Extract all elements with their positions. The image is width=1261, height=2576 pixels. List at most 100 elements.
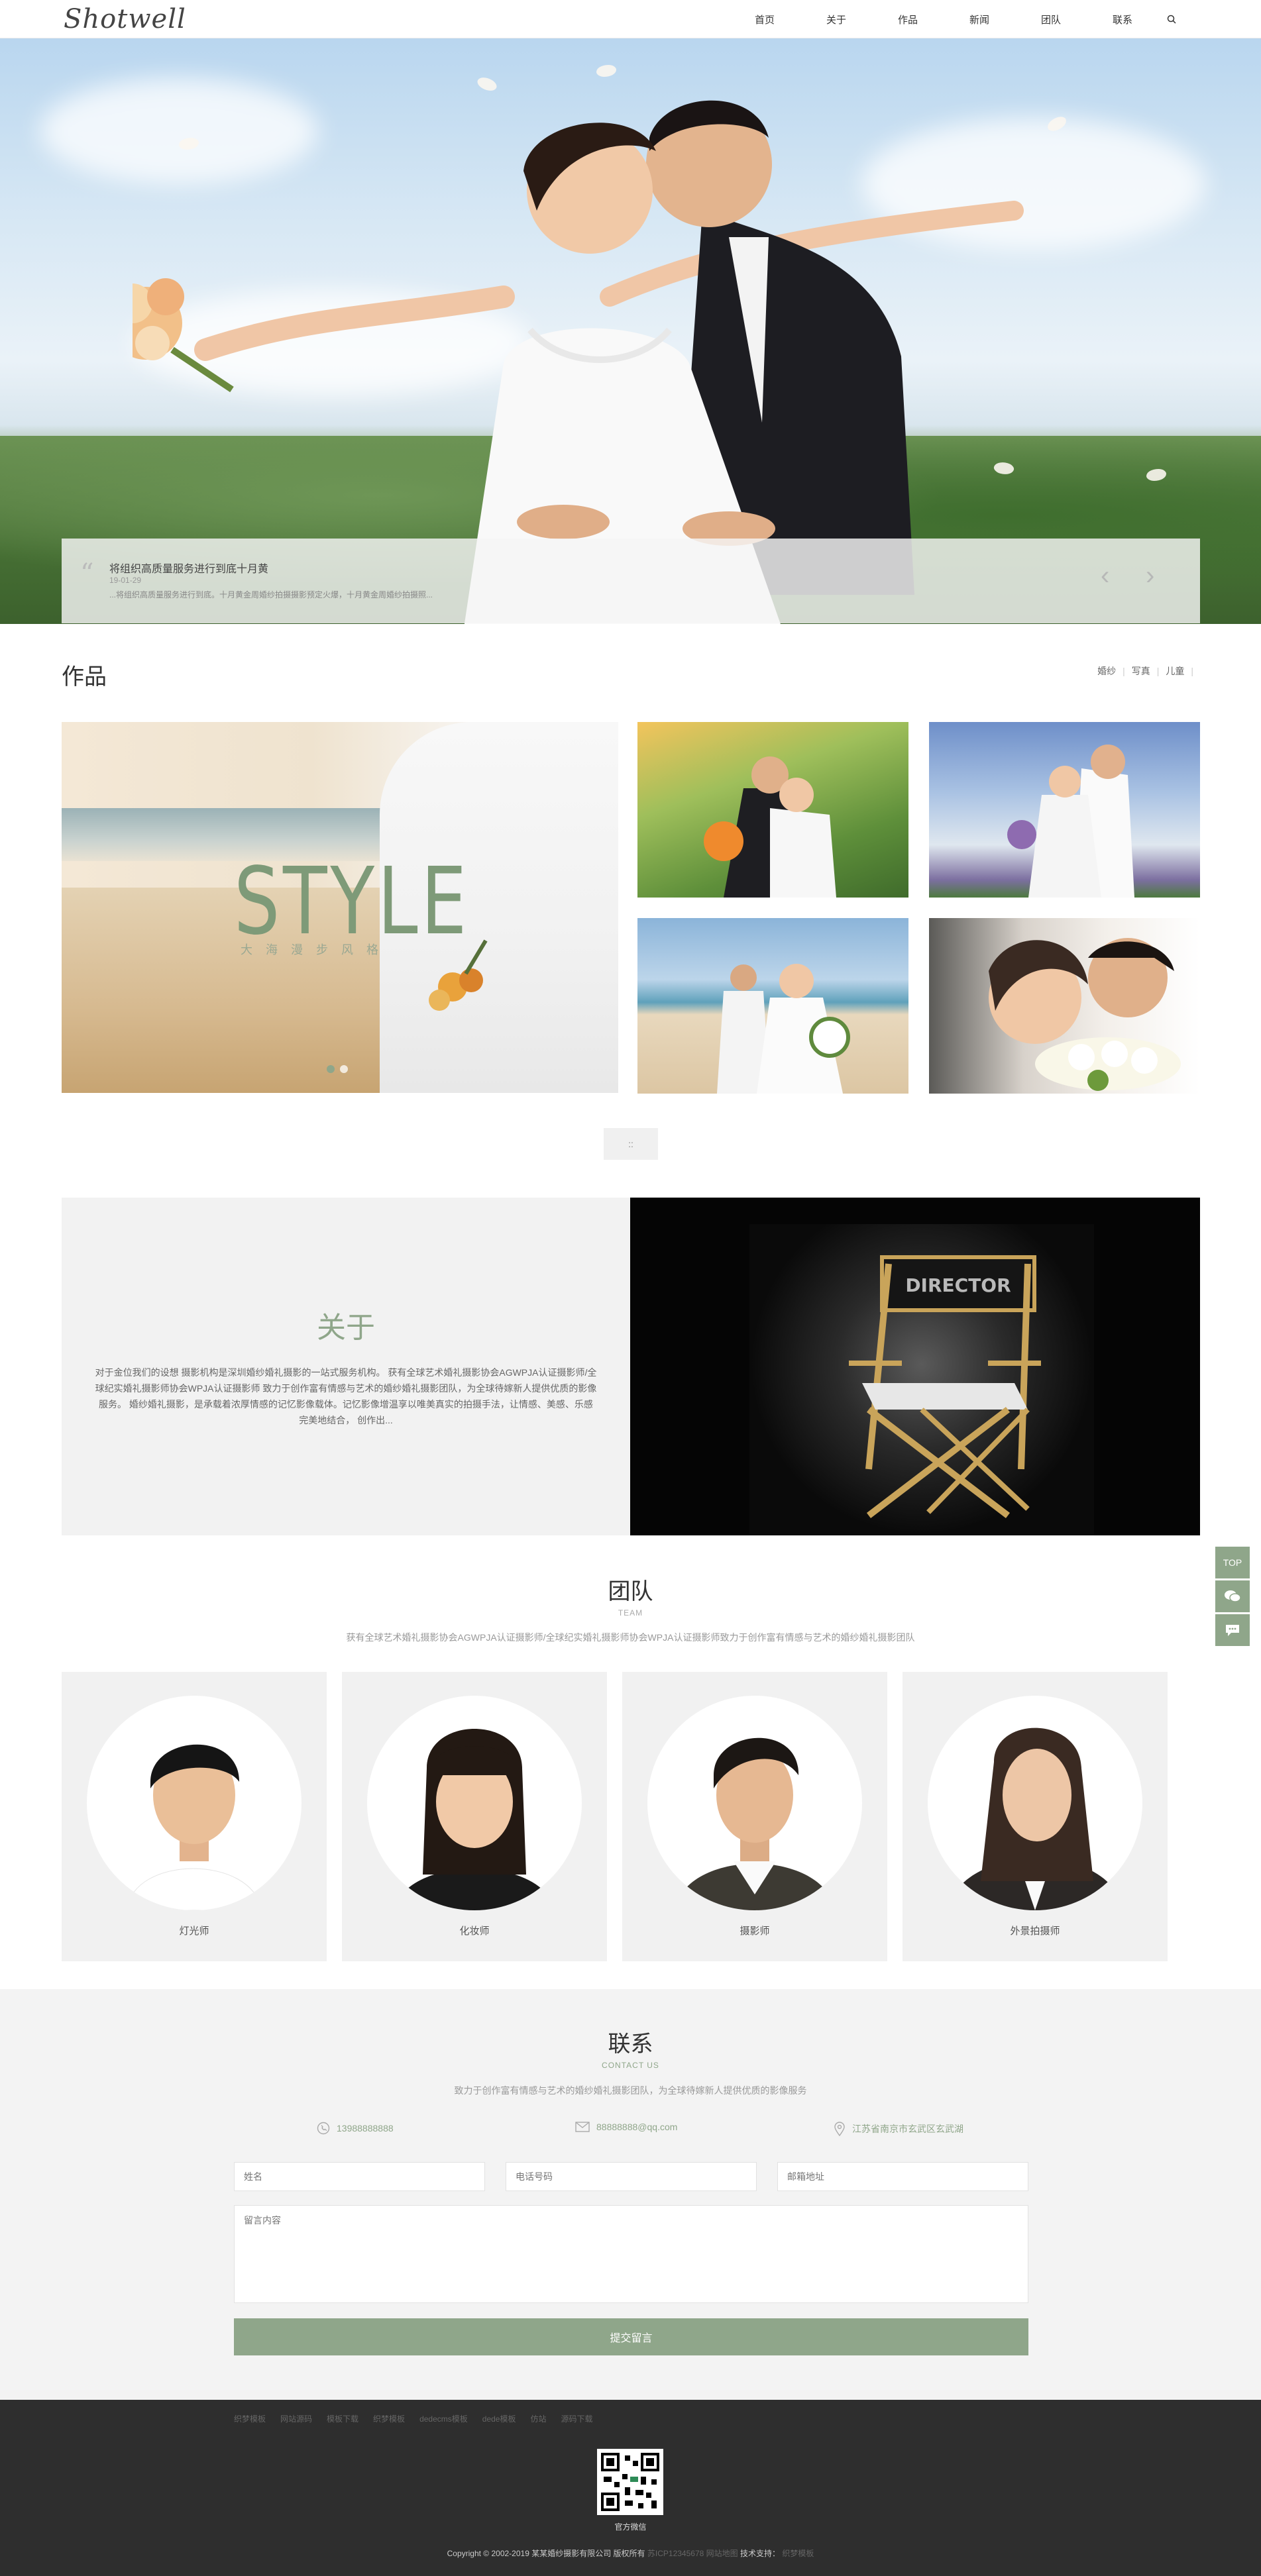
footer-link[interactable]: 织梦模板 <box>234 2413 266 2424</box>
about-title: 关于 <box>317 1312 375 1344</box>
work-thumb-4[interactable] <box>929 918 1200 1094</box>
nav-item-about[interactable]: 关于 <box>800 13 872 26</box>
wechat-qr-code <box>597 2449 663 2515</box>
footer-link[interactable]: 源码下载 <box>561 2413 592 2424</box>
nav-item-home[interactable]: 首页 <box>729 13 800 26</box>
team-member-card[interactable]: 灯光师 <box>62 1672 327 1961</box>
works-filters: 婚纱 | 写真 | 儿童 | <box>1097 664 1200 678</box>
phone-field[interactable] <box>506 2162 757 2191</box>
member-role: 灯光师 <box>179 1926 209 1937</box>
footer-link[interactable]: dede模板 <box>482 2413 516 2424</box>
contact-section: 联系 CONTACT US 致力于创作富有情感与艺术的婚纱婚礼摄影团队，为全球待… <box>0 1989 1261 2400</box>
member-role: 摄影师 <box>740 1926 770 1937</box>
banner-style-text: STYLE <box>234 848 470 956</box>
about-image: DIRECTOR <box>630 1198 1200 1535</box>
qr-code-icon <box>601 2453 659 2511</box>
filter-portrait[interactable]: 写真 <box>1132 664 1150 678</box>
icp-link[interactable]: 苏ICP12345678 <box>647 2549 704 2558</box>
footer-links: 织梦模板 网站源码 模板下载 织梦模板 dedecms模板 dede模板 仿站 … <box>234 2413 593 2424</box>
site-footer: 织梦模板 网站源码 模板下载 织梦模板 dedecms模板 dede模板 仿站 … <box>0 2400 1261 2576</box>
message-field[interactable] <box>234 2205 1028 2303</box>
hero-news-desc: ...将组织高质量服务进行到底。十月黄金周婚纱拍摄摄影预定火爆，十月黄金周婚纱拍… <box>109 590 433 599</box>
qr-label: 官方微信 <box>614 2522 647 2532</box>
works-featured-slider[interactable]: STYLE 大海漫步风格 <box>62 722 618 1093</box>
couple-figure <box>989 938 1181 1091</box>
contact-email: 88888888@qq.com <box>575 2122 677 2132</box>
slider-dot[interactable] <box>327 1065 335 1073</box>
location-icon <box>834 2122 845 2136</box>
works-title: 作品 <box>62 664 107 690</box>
footer-link[interactable]: dedecms模板 <box>419 2413 468 2424</box>
sitemap-link[interactable]: 网站地图 <box>706 2549 738 2558</box>
site-header: Shotwell 首页 关于 作品 新闻 团队 联系 <box>0 0 1261 38</box>
chevron-right-icon: › <box>1146 561 1155 590</box>
team-desc: 获有全球艺术婚礼摄影协会AGWPJA认证摄影师/全球纪实婚礼摄影师协会WPJA认… <box>346 1632 915 1643</box>
filter-wedding[interactable]: 婚纱 <box>1097 664 1116 678</box>
contact-title: 联系 <box>608 2032 653 2057</box>
member-avatar <box>87 1696 302 1910</box>
hero-caption: “ 将组织高质量服务进行到底十月黄 19-01-29 ...将组织高质量服务进行… <box>62 539 1200 623</box>
filter-divider: | <box>1191 666 1193 676</box>
footer-link[interactable]: 网站源码 <box>280 2413 312 2424</box>
copyright-text: Copyright © 2002-2019 某某婚纱摄影有限公司 版权所有 <box>447 2549 645 2558</box>
member-role: 外景拍摄师 <box>1010 1926 1060 1937</box>
filter-divider: | <box>1123 666 1125 676</box>
hero-news-date: 19-01-29 <box>109 576 142 585</box>
about-panel: 关于 对于金位我们的设想 摄影机构是深圳婚纱婚礼摄影的一站式服务机构。 获有全球… <box>62 1198 630 1535</box>
filter-divider: | <box>1156 666 1160 676</box>
hero-next-button[interactable]: › <box>1146 561 1154 591</box>
main-nav: 首页 关于 作品 新闻 团队 联系 <box>729 0 1185 38</box>
hero-news-title[interactable]: 将组织高质量服务进行到底十月黄 <box>109 560 268 576</box>
hero-petal <box>596 65 616 77</box>
about-text: 对于金位我们的设想 摄影机构是深圳婚纱婚礼摄影的一站式服务机构。 获有全球艺术婚… <box>95 1367 597 1425</box>
name-field[interactable] <box>234 2162 485 2191</box>
director-chair-image: DIRECTOR <box>849 1255 1041 1518</box>
contact-phone-value: 13988888888 <box>337 2123 394 2134</box>
work-thumb-2[interactable] <box>929 722 1200 898</box>
team-member-card[interactable]: 外景拍摄师 <box>903 1672 1168 1961</box>
contact-address-value: 江苏省南京市玄武区玄武湖 <box>852 2124 963 2134</box>
team-title: 团队 <box>608 1579 653 1604</box>
footer-link[interactable]: 织梦模板 <box>373 2413 405 2424</box>
nav-item-team[interactable]: 团队 <box>1015 13 1087 26</box>
member-avatar <box>647 1696 862 1910</box>
member-avatar <box>367 1696 582 1910</box>
works-more-button[interactable]: :: <box>604 1128 658 1160</box>
nav-item-contact[interactable]: 联系 <box>1087 13 1158 26</box>
contact-subtitle: CONTACT US <box>602 2061 659 2070</box>
page: Shotwell 首页 关于 作品 新闻 团队 联系 “ 将组织高质量服务进行到… <box>0 0 1261 2576</box>
hero-prev-button[interactable]: ‹ <box>1101 561 1109 591</box>
banner-sub-text: 大海漫步风格 <box>241 943 392 956</box>
work-thumb-1[interactable] <box>637 722 908 898</box>
slider-dots <box>327 1065 348 1073</box>
contact-desc: 致力于创作富有情感与艺术的婚纱婚礼摄影团队，为全球待嫁新人提供优质的影像服务 <box>454 2085 807 2096</box>
submit-button[interactable]: 提交留言 <box>234 2318 1028 2355</box>
nav-item-news[interactable]: 新闻 <box>944 13 1015 26</box>
svg-text:DIRECTOR: DIRECTOR <box>905 1274 1011 1296</box>
hero-banner: “ 将组织高质量服务进行到底十月黄 19-01-29 ...将组织高质量服务进行… <box>0 38 1261 624</box>
tech-link[interactable]: 织梦模板 <box>782 2549 814 2558</box>
site-logo[interactable]: Shotwell <box>64 4 186 34</box>
contact-address: 江苏省南京市玄武区玄武湖 <box>834 2122 963 2136</box>
couple-figure <box>704 756 836 898</box>
footer-link[interactable]: 仿站 <box>530 2413 546 2424</box>
member-avatar <box>928 1696 1142 1910</box>
contact-email-value: 88888888@qq.com <box>596 2122 678 2132</box>
nav-item-works[interactable]: 作品 <box>872 13 944 26</box>
team-member-card[interactable]: 摄影师 <box>622 1672 887 1961</box>
work-thumb-3[interactable] <box>637 918 908 1094</box>
email-field[interactable] <box>777 2162 1028 2191</box>
mail-icon <box>575 2122 590 2132</box>
team-member-card[interactable]: 化妆师 <box>342 1672 607 1961</box>
slider-dot[interactable] <box>340 1065 348 1073</box>
footer-link[interactable]: 模板下载 <box>327 2413 358 2424</box>
copyright: Copyright © 2002-2019 某某婚纱摄影有限公司 版权所有 苏I… <box>0 2548 1261 2559</box>
tech-label: 技术支持： <box>740 2549 781 2558</box>
couple-figure <box>717 964 850 1094</box>
chevron-left-icon: ‹ <box>1101 561 1110 590</box>
team-subtitle: TEAM <box>618 1608 643 1618</box>
filter-children[interactable]: 儿童 <box>1166 664 1184 678</box>
phone-icon <box>317 2122 330 2135</box>
contact-phone: 13988888888 <box>317 2122 394 2135</box>
search-button[interactable] <box>1158 15 1185 24</box>
